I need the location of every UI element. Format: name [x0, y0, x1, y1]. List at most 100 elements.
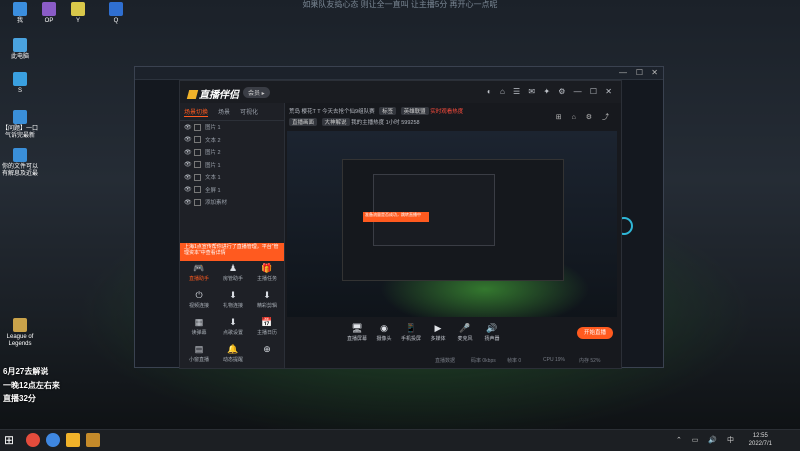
app-logo: 直播伴侣 — [186, 86, 239, 101]
layer-type-icon — [194, 161, 201, 169]
layer-name: 文本 1 — [205, 175, 221, 182]
source-control-button[interactable]: 🖥 直播屏幕 — [343, 323, 371, 342]
layer-item[interactable]: 👁 文本 1 — [180, 171, 284, 184]
tool-label: 小窗直播 — [188, 357, 209, 363]
layer-name: 图片 1 — [205, 125, 221, 132]
tool-icon: ♟ — [228, 263, 238, 273]
left-tab[interactable]: 可视化 — [240, 107, 258, 117]
maximize-icon[interactable]: ☐ — [636, 68, 643, 77]
header-tool-icons[interactable]: ⊞ ⌂ ⚙ ⤴ — [556, 112, 613, 122]
eye-icon[interactable]: 👁 — [184, 199, 192, 206]
desktop-icon-label: League of Legends — [6, 334, 34, 347]
preview-nested-window: 准备流量是否成功，跳转直播中 — [342, 159, 564, 281]
tool-button[interactable]: ▦ 读弹幕 — [184, 317, 214, 336]
desktop-app-icon — [13, 110, 27, 124]
left-tab[interactable]: 场景切换 — [184, 107, 209, 117]
desktop-icon[interactable]: 此电脑 — [2, 38, 38, 61]
scene-label[interactable]: 直播画面 — [289, 118, 318, 126]
layer-type-icon — [194, 186, 201, 194]
close-icon[interactable]: ✕ — [651, 68, 658, 77]
tool-button[interactable]: 🎁 主播任务 — [252, 263, 282, 282]
desktop-icon[interactable]: 【问题】一口气诉完最新 — [2, 110, 38, 140]
layer-type-icon — [194, 198, 201, 206]
source-control-button[interactable]: 📱 手机投屏 — [397, 323, 425, 342]
layer-item[interactable]: 👁 全屏 1 — [180, 184, 284, 197]
layer-type-icon — [194, 123, 201, 131]
titlebar-icons[interactable]: ◐ ⌂ ☰ ✉ ✦ ⚙ — ☐ ✕ — [487, 87, 615, 96]
eye-icon[interactable]: 👁 — [184, 174, 192, 181]
tool-label: 点歌设置 — [222, 330, 243, 336]
tool-button[interactable]: 📅 主播日历 — [252, 317, 282, 336]
desktop-app-icon — [13, 2, 27, 16]
streamer-app-icon[interactable] — [66, 433, 80, 447]
stream-title[interactable]: 荒岛 樱花T T 今天去抢个仙9组队赛 — [289, 109, 375, 115]
desktop-icon[interactable]: Q — [98, 2, 134, 25]
tool-button[interactable]: ▤ 小窗直播 — [184, 344, 214, 363]
eye-icon[interactable]: 👁 — [184, 136, 192, 143]
left-tab[interactable]: 场景 — [218, 107, 230, 117]
chrome-icon[interactable] — [26, 433, 40, 447]
desktop-app-icon — [13, 38, 27, 52]
go-live-button[interactable]: 开始直播 — [577, 327, 613, 339]
category-pill[interactable]: 英雄联盟 — [400, 107, 429, 115]
layer-type-icon — [194, 136, 201, 144]
status-item: CPU 19% — [543, 357, 565, 363]
tool-button[interactable]: ⬇ 礼物连接 — [218, 290, 248, 309]
control-label: 扬声器 — [484, 336, 500, 342]
heat-stats: 我的主播热度 1小时 599258 — [351, 120, 420, 126]
chrome2-icon[interactable] — [46, 433, 60, 447]
tool-label: 精彩剪辑 — [256, 303, 277, 309]
eye-icon[interactable]: 👁 — [184, 186, 192, 193]
control-icon: ▶ — [434, 323, 442, 333]
app-titlebar[interactable]: 直播伴侣 会员 ▸ ◐ ⌂ ☰ ✉ ✦ ⚙ — ☐ ✕ — [180, 81, 621, 103]
eye-icon[interactable]: 👁 — [184, 124, 192, 131]
eye-icon[interactable]: 👁 — [184, 149, 192, 156]
layer-type-icon — [194, 148, 201, 156]
desktop-icon[interactable]: 你的文件可以有解息及近最 — [2, 148, 38, 178]
desktop-icon[interactable]: League of Legends — [2, 318, 38, 348]
layer-item[interactable]: 👁 图片 2 — [180, 146, 284, 159]
tool-label: 读弹幕 — [191, 330, 207, 336]
desktop-icon-label: Q — [113, 18, 119, 24]
desktop-app-icon — [71, 2, 85, 16]
source-control-button[interactable]: ▶ 多媒体 — [424, 323, 452, 342]
system-tray-icons[interactable]: ⌃ ▭ 🔊 中 — [676, 435, 738, 445]
tool-button[interactable]: ⬇ 精彩剪辑 — [252, 290, 282, 309]
control-label: 手机投屏 — [400, 336, 421, 342]
stream-preview[interactable]: 准备流量是否成功，跳转直播中 — [287, 131, 617, 317]
eye-icon[interactable]: 👁 — [184, 161, 192, 168]
layer-name: 图片 2 — [205, 150, 221, 157]
desktop-icon[interactable]: S — [2, 72, 38, 95]
mode-pill[interactable]: 大神解说 — [321, 118, 350, 126]
taskbar-clock[interactable]: 12:55 2022/7/1 — [749, 432, 772, 448]
layer-item[interactable]: 👁 图片 1 — [180, 121, 284, 134]
source-control-button[interactable]: 🔊 扬声器 — [478, 323, 506, 342]
background-window-titlebar[interactable]: — ☐ ✕ — [135, 67, 663, 80]
tool-button[interactable]: 🔔 动态提醒 — [218, 344, 248, 363]
minimize-icon[interactable]: — — [619, 68, 627, 77]
preview-nested-banner: 准备流量是否成功，跳转直播中 — [363, 212, 429, 222]
tool-button[interactable]: ⏻ 视频连接 — [184, 290, 214, 309]
layer-name: 全屏 1 — [205, 187, 221, 194]
source-control-button[interactable]: ◉ 摄像头 — [370, 323, 398, 342]
start-icon[interactable]: ⊞ — [4, 433, 18, 447]
source-control-button[interactable]: 🎤 麦克风 — [451, 323, 479, 342]
tool-label: 直播助手 — [188, 276, 209, 282]
layer-item[interactable]: 👁 添加素材 — [180, 196, 284, 209]
notice-banner[interactable]: 上海1点宣传帮你进行了直播管理，平台“管理资本”中查看详情 — [180, 243, 284, 261]
control-label: 摄像头 — [376, 336, 392, 342]
control-icon: ◉ — [380, 323, 388, 333]
desktop-icon[interactable]: Y — [60, 2, 96, 25]
control-icon: 📱 — [405, 323, 417, 333]
tag-pill[interactable]: 标签 — [379, 107, 397, 115]
version-badge[interactable]: 会员 ▸ — [243, 87, 270, 98]
tool-button[interactable]: 🎮 直播助手 — [184, 263, 214, 282]
desktop-icon-label: S — [17, 88, 22, 94]
layer-item[interactable]: 👁 文本 2 — [180, 134, 284, 147]
tool-button[interactable]: ⬇ 点歌设置 — [218, 317, 248, 336]
tool-button[interactable]: ⊕ — [252, 344, 282, 356]
tool-button[interactable]: ♟ 房管助手 — [218, 263, 248, 282]
broadcast-app-icon[interactable] — [86, 433, 100, 447]
layer-name: 添加素材 — [205, 200, 228, 207]
layer-item[interactable]: 👁 图片 1 — [180, 159, 284, 172]
